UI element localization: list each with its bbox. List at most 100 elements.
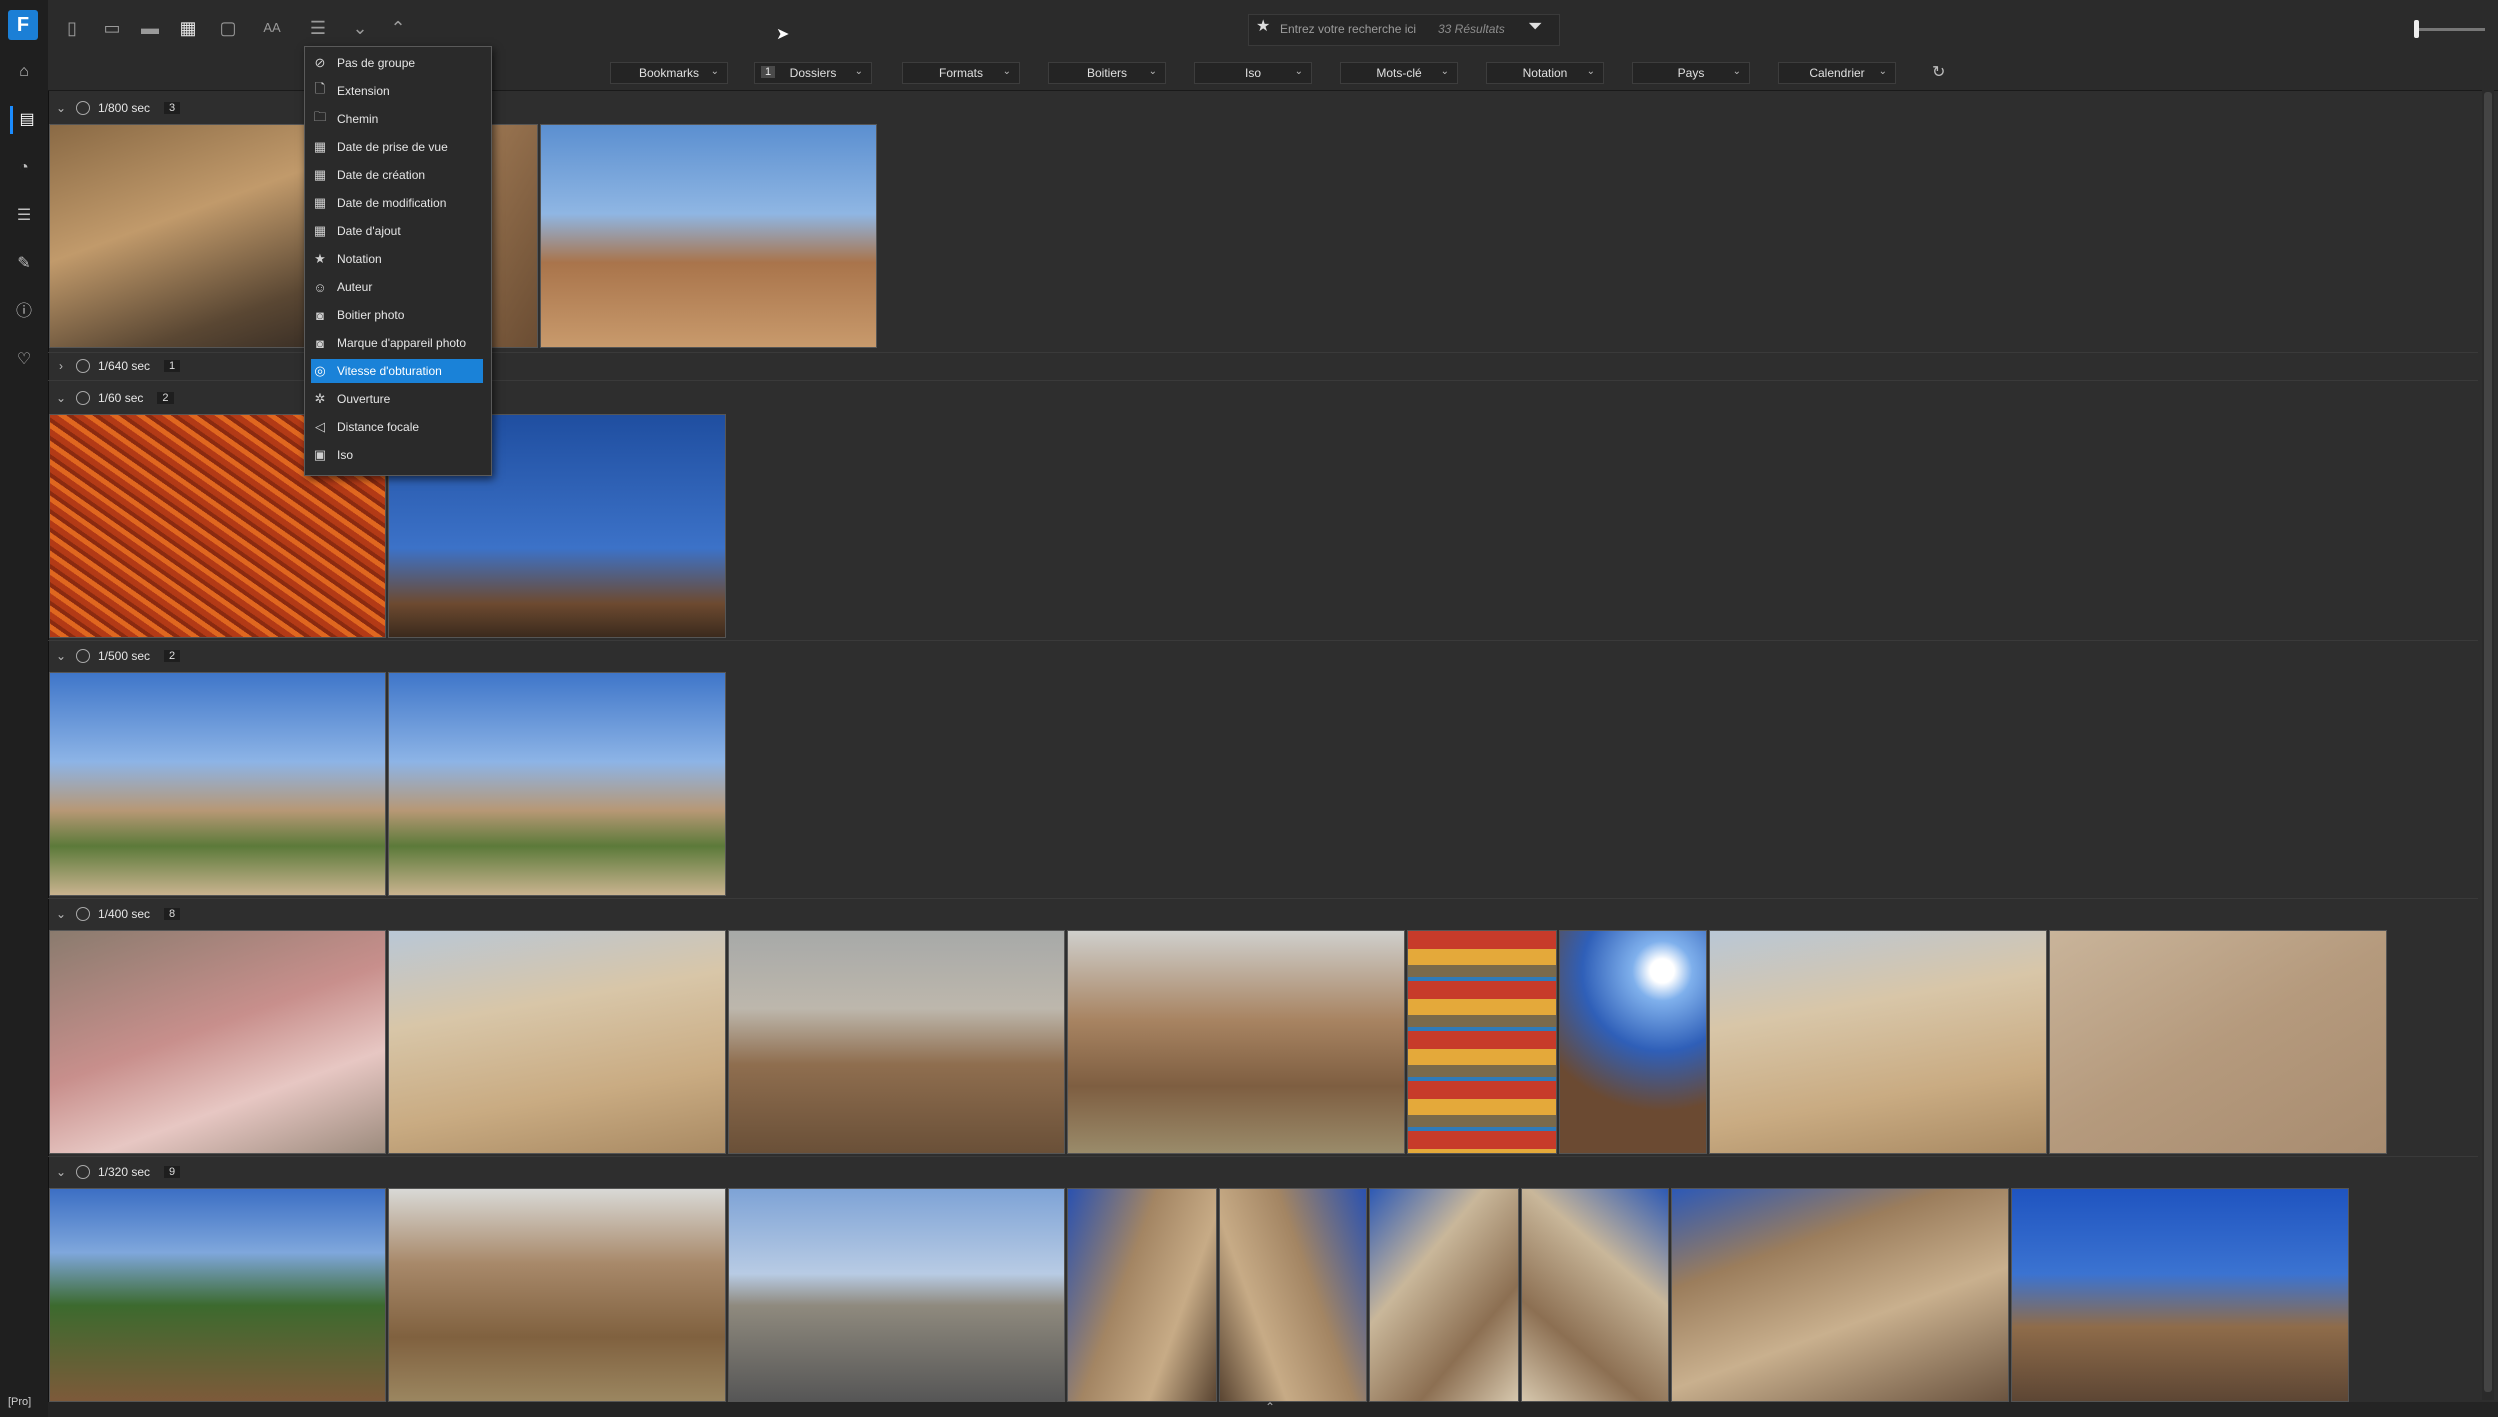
photo-thumbnail[interactable] xyxy=(2049,930,2387,1154)
chevron-down-icon: ⌄ xyxy=(1294,66,1303,77)
menu-item-distance-focale[interactable]: ◁ Distance focale xyxy=(311,415,483,439)
filter-bookmarks[interactable]: Bookmarks ⌄ xyxy=(610,62,728,84)
menu-item-label: Vitesse d'obturation xyxy=(337,364,442,378)
shutter-icon xyxy=(76,359,90,373)
camera-icon: ◙ xyxy=(316,307,324,323)
chevron-down-icon: ⌄ xyxy=(710,66,719,77)
info-icon[interactable]: ⓘ xyxy=(10,298,38,326)
menu-item-chemin[interactable]: 🗀 Chemin xyxy=(311,107,483,131)
text-size-icon[interactable]: AA xyxy=(258,14,286,42)
photo-thumbnail[interactable] xyxy=(49,1188,386,1402)
photo-thumbnail[interactable] xyxy=(728,930,1065,1154)
photo-thumbnail[interactable] xyxy=(388,672,726,896)
refresh-icon[interactable]: ↻ xyxy=(1932,62,1945,82)
star-icon: ★ xyxy=(314,251,326,266)
chevron-right-icon[interactable]: › xyxy=(54,359,68,373)
viewer-icon[interactable]: ▭ xyxy=(98,14,126,42)
filter-mots-cle[interactable]: Mots-clé ⌄ xyxy=(1340,62,1458,84)
filter-boitiers[interactable]: Boitiers ⌄ xyxy=(1048,62,1166,84)
photo-thumbnail[interactable] xyxy=(1219,1188,1367,1402)
menu-item-date-modification[interactable]: ▦ Date de modification xyxy=(311,191,483,215)
group-header[interactable]: ⌄ 1/500 sec 2 xyxy=(50,646,2480,666)
group-count: 9 xyxy=(164,1166,181,1178)
pro-label: [Pro] xyxy=(8,1396,32,1408)
photo-thumbnail[interactable] xyxy=(1559,930,1707,1154)
edit-icon[interactable]: ✎ xyxy=(10,250,38,278)
menu-item-notation[interactable]: ★ Notation xyxy=(311,247,483,271)
chip-label: Mots-clé xyxy=(1376,66,1422,80)
iso-icon: ▣ xyxy=(313,447,327,462)
stats-icon[interactable]: ◔ xyxy=(10,154,38,182)
filmstrip-icon[interactable]: ▬ xyxy=(136,14,164,42)
tips-icon[interactable]: ♡ xyxy=(10,346,38,374)
group-by-menu: ⊘ Pas de groupe 🗋 Extension 🗀 Chemin ▦ Date … xyxy=(304,46,492,476)
photo-thumbnail[interactable] xyxy=(1709,930,2047,1154)
expand-all-icon[interactable]: ⌄ xyxy=(346,14,374,42)
scrollbar-thumb[interactable] xyxy=(2484,92,2492,1392)
menu-item-date-ajout[interactable]: ▦ Date d'ajout xyxy=(311,219,483,243)
photo-thumbnail[interactable] xyxy=(1671,1188,2009,1402)
filter-notation[interactable]: Notation ⌄ xyxy=(1486,62,1604,84)
library-icon[interactable]: ▤ xyxy=(10,106,41,134)
grid-view-icon[interactable]: ▦ xyxy=(174,14,202,42)
photo-thumbnail[interactable] xyxy=(388,1188,726,1402)
photo-thumbnail[interactable] xyxy=(2011,1188,2349,1402)
filter-pays[interactable]: Pays ⌄ xyxy=(1632,62,1750,84)
zoom-slider-thumb[interactable] xyxy=(2414,20,2419,38)
group-header[interactable]: ⌄ 1/320 sec 9 xyxy=(50,1162,2480,1182)
photo-thumbnail[interactable] xyxy=(49,672,386,896)
photo-thumbnail[interactable] xyxy=(540,124,877,348)
chevron-down-icon[interactable]: ⌄ xyxy=(54,649,68,663)
filter-formats[interactable]: Formats ⌄ xyxy=(902,62,1020,84)
chevron-down-icon[interactable]: ⌄ xyxy=(54,391,68,405)
chevron-down-icon[interactable]: ⌄ xyxy=(54,907,68,921)
menu-item-extension[interactable]: 🗋 Extension xyxy=(311,79,483,103)
chevron-down-icon[interactable]: ⌄ xyxy=(54,101,68,115)
star-icon[interactable]: ★ xyxy=(1256,16,1270,36)
single-view-icon[interactable]: ▯ xyxy=(58,14,86,42)
filter-dossiers[interactable]: 1 Dossiers ⌄ xyxy=(754,62,872,84)
filter-icon[interactable]: ⏷ xyxy=(1528,16,1542,37)
app-logo: F xyxy=(8,10,38,40)
shutter-icon xyxy=(76,391,90,405)
menu-item-ouverture[interactable]: ✲ Ouverture xyxy=(311,387,483,411)
search-input[interactable]: Entrez votre recherche ici xyxy=(1280,22,1416,36)
photo-thumbnail[interactable] xyxy=(1067,1188,1217,1402)
calendar-icon: ▦ xyxy=(313,139,327,154)
group-count: 1 xyxy=(164,360,181,372)
home-icon[interactable]: ⌂ xyxy=(10,58,38,86)
collapse-all-icon[interactable]: ⌃ xyxy=(384,14,412,42)
adjust-icon[interactable]: ☰ xyxy=(10,202,38,230)
menu-item-iso[interactable]: ▣ Iso xyxy=(311,443,483,467)
filter-calendrier[interactable]: Calendrier ⌄ xyxy=(1778,62,1896,84)
group-count: 2 xyxy=(164,650,181,662)
chevron-down-icon[interactable]: ⌄ xyxy=(54,1165,68,1179)
menu-item-label: Date de création xyxy=(337,168,426,182)
chip-label: Notation xyxy=(1522,66,1568,80)
filter-iso[interactable]: Iso ⌄ xyxy=(1194,62,1312,84)
menu-item-auteur[interactable]: ☺ Auteur xyxy=(311,275,483,299)
group-count: 3 xyxy=(164,102,181,114)
menu-item-marque-appareil[interactable]: ◙ Marque d'appareil photo xyxy=(311,331,483,355)
photo-thumbnail[interactable] xyxy=(1521,1188,1669,1402)
menu-item-date-prise-de-vue[interactable]: ▦ Date de prise de vue xyxy=(311,135,483,159)
photo-thumbnail[interactable] xyxy=(49,930,386,1154)
zoom-slider[interactable] xyxy=(2415,28,2485,31)
group-divider xyxy=(48,1156,2478,1157)
menu-item-vitesse-obturation[interactable]: ◎ Vitesse d'obturation xyxy=(311,359,483,383)
menu-item-pas-de-groupe[interactable]: ⊘ Pas de groupe xyxy=(311,51,483,75)
shutter-icon xyxy=(76,649,90,663)
compare-icon[interactable]: ▢ xyxy=(214,14,242,42)
person-icon: ☺ xyxy=(313,279,327,295)
group-header[interactable]: ⌄ 1/400 sec 8 xyxy=(50,904,2480,924)
calendar-icon: ▦ xyxy=(313,195,327,210)
photo-thumbnail[interactable] xyxy=(1369,1188,1519,1402)
photo-thumbnail[interactable] xyxy=(728,1188,1065,1402)
chevron-up-icon[interactable]: ⌃ xyxy=(1265,1400,1275,1414)
photo-thumbnail[interactable] xyxy=(1407,930,1557,1154)
group-by-icon[interactable]: ☰ xyxy=(304,14,332,42)
menu-item-boitier-photo[interactable]: ◙ Boitier photo xyxy=(311,303,483,327)
photo-thumbnail[interactable] xyxy=(1067,930,1405,1154)
photo-thumbnail[interactable] xyxy=(388,930,726,1154)
menu-item-date-creation[interactable]: ▦ Date de création xyxy=(311,163,483,187)
